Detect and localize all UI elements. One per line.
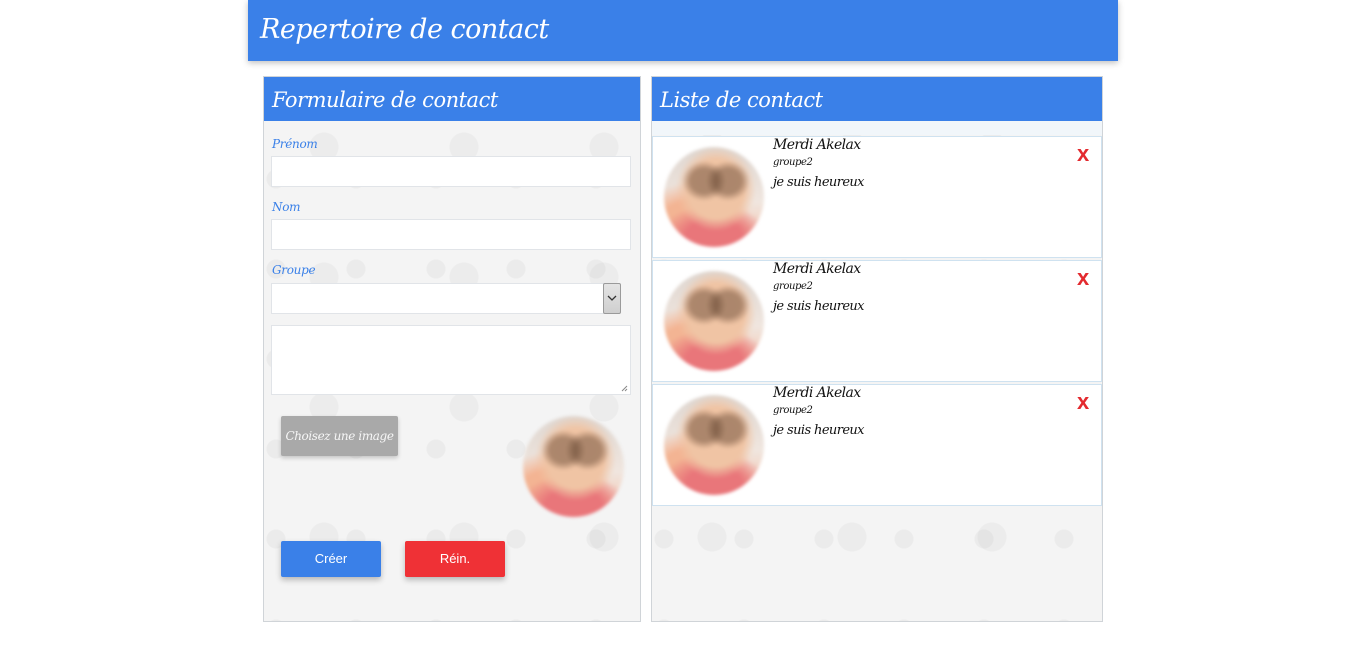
contact-list-panel: Liste de contact Merdi Akelax groupe2 je… <box>651 76 1103 622</box>
contact-note: je suis heureux <box>773 299 865 314</box>
contact-form-panel: Formulaire de contact Prénom Nom Groupe … <box>263 76 641 622</box>
list-top-strip <box>652 121 1102 135</box>
contact-avatar <box>664 395 764 495</box>
form-panel-header: Formulaire de contact <box>264 77 640 121</box>
contact-card: Merdi Akelax groupe2 je suis heureux x <box>652 136 1102 258</box>
select-dropdown-button[interactable] <box>603 283 621 314</box>
contact-group: groupe2 <box>773 157 813 168</box>
app-title: Repertoire de contact <box>260 14 549 45</box>
contact-group: groupe2 <box>773 281 813 292</box>
delete-contact-button[interactable]: x <box>1077 389 1089 415</box>
chevron-down-icon <box>607 295 617 301</box>
list-panel-header: Liste de contact <box>652 77 1102 121</box>
contact-note: je suis heureux <box>773 423 865 438</box>
contact-card: Merdi Akelax groupe2 je suis heureux x <box>652 260 1102 382</box>
contact-avatar <box>664 147 764 247</box>
contact-name: Merdi Akelax <box>773 385 861 401</box>
delete-contact-button[interactable]: x <box>1077 141 1089 167</box>
group-select[interactable] <box>271 283 620 314</box>
contact-avatar <box>664 271 764 371</box>
image-preview-avatar <box>523 416 624 517</box>
reset-button[interactable]: Réin. <box>405 541 505 577</box>
last-name-input[interactable] <box>271 219 631 250</box>
bio-textarea[interactable] <box>271 325 631 395</box>
group-label: Groupe <box>272 263 316 277</box>
last-name-label: Nom <box>272 200 301 214</box>
contact-name: Merdi Akelax <box>773 137 861 153</box>
first-name-label: Prénom <box>272 137 318 151</box>
contact-card: Merdi Akelax groupe2 je suis heureux x <box>652 384 1102 506</box>
resize-grip-icon[interactable] <box>620 384 628 392</box>
contact-group: groupe2 <box>773 405 813 416</box>
contact-name: Merdi Akelax <box>773 261 861 277</box>
list-panel-title: Liste de contact <box>660 88 823 112</box>
create-button[interactable]: Créer <box>281 541 381 577</box>
delete-contact-button[interactable]: x <box>1077 265 1089 291</box>
contact-note: je suis heureux <box>773 175 865 190</box>
form-panel-title: Formulaire de contact <box>272 88 498 112</box>
first-name-input[interactable] <box>271 156 631 187</box>
app-header: Repertoire de contact <box>248 0 1118 61</box>
choose-image-button[interactable]: Choisez une image <box>281 416 398 456</box>
